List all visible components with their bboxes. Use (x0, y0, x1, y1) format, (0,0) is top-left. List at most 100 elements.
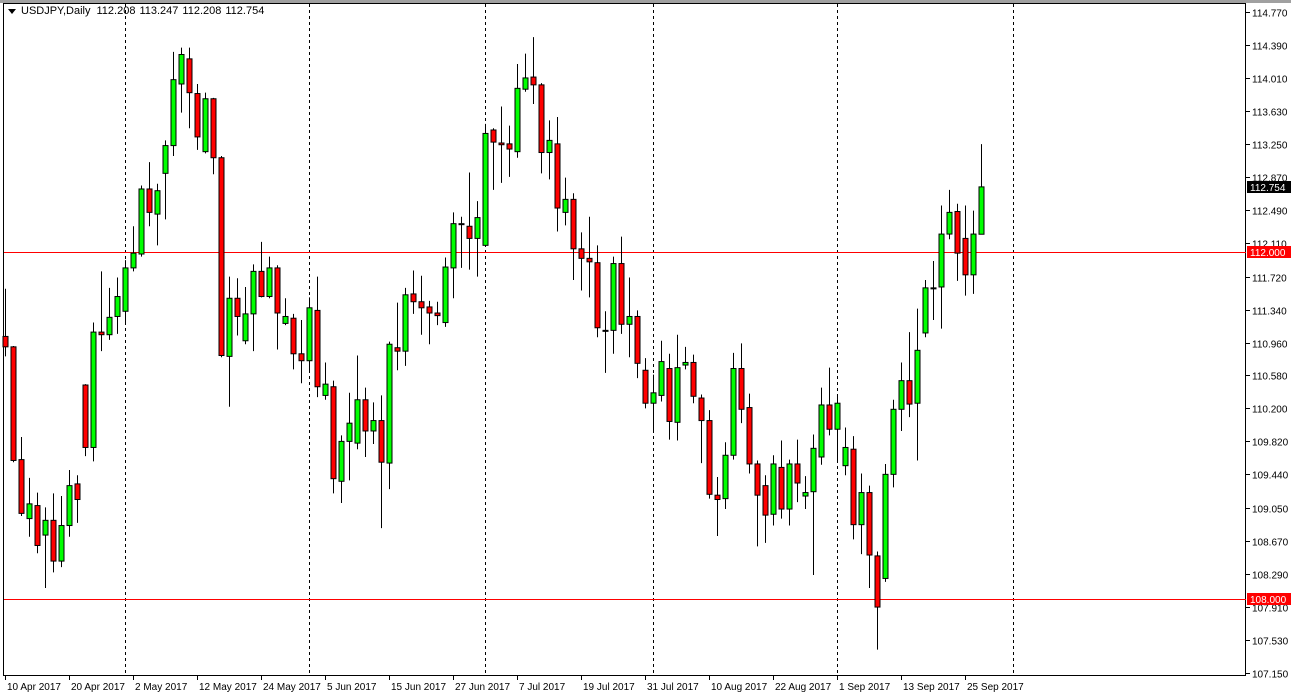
candle-body (179, 55, 184, 84)
candle-body (915, 350, 920, 403)
time-tick-label: 1 Sep 2017 (839, 682, 891, 693)
candle-body (267, 268, 272, 297)
candle-body (899, 381, 904, 410)
candle-body (203, 99, 208, 152)
candle-body (803, 493, 808, 496)
bearish-candle[interactable] (219, 156, 224, 357)
candle-body (835, 403, 840, 429)
candle-body (843, 447, 848, 465)
candle-body (451, 224, 456, 268)
candle-body (531, 77, 536, 85)
candle-body (163, 146, 168, 174)
candle-body (763, 486, 768, 515)
price-tick-label: 113.250 (1252, 141, 1288, 152)
candle-body (19, 460, 24, 514)
bullish-candle[interactable] (883, 464, 888, 582)
candle-body (259, 271, 264, 296)
bullish-candle[interactable] (443, 257, 448, 326)
candle-body (235, 298, 240, 316)
dropdown-triangle-icon[interactable] (8, 9, 16, 14)
candle-body (955, 212, 960, 254)
price-tick-label: 112.490 (1252, 207, 1288, 218)
header-open: 112.208 (97, 5, 136, 17)
candle-body (731, 369, 736, 456)
candle-body (979, 187, 984, 234)
candle-body (131, 253, 136, 268)
candle-body (403, 295, 408, 351)
bearish-candle[interactable] (851, 436, 856, 539)
candle-body (579, 249, 584, 259)
time-tick-label: 20 Apr 2017 (71, 682, 125, 693)
candle-body (227, 298, 232, 356)
chart-header: USDJPY,Daily112.208113.247112.208112.754 (8, 5, 268, 17)
candle-body (907, 381, 912, 404)
candle-body (379, 421, 384, 463)
bullish-candle[interactable] (923, 280, 928, 337)
bearish-candle[interactable] (83, 384, 88, 456)
candle-body (387, 344, 392, 463)
candle-body (211, 99, 216, 158)
candle-body (483, 133, 488, 245)
candle-body (475, 218, 480, 239)
candle-body (83, 385, 88, 447)
candle-body (747, 408, 752, 464)
bearish-candle[interactable] (331, 381, 336, 494)
candle-body (883, 474, 888, 578)
candle-body (27, 504, 32, 519)
bearish-candle[interactable] (707, 410, 712, 498)
candle-body (699, 398, 704, 421)
candle-body (115, 297, 120, 317)
bearish-candle[interactable] (11, 346, 16, 462)
candle-body (675, 368, 680, 423)
header-close: 112.754 (225, 5, 264, 17)
time-tick-label: 19 Jul 2017 (583, 682, 635, 693)
time-tick-label: 10 Aug 2017 (711, 682, 768, 693)
candle-body (147, 189, 152, 212)
candle-body (963, 238, 968, 274)
price-axis[interactable]: 114.770114.390114.010113.630113.250112.8… (1246, 9, 1291, 681)
candle-body (707, 421, 712, 495)
bullish-candle[interactable] (307, 297, 312, 371)
bullish-candle[interactable] (891, 400, 896, 488)
candle-body (467, 226, 472, 238)
time-tick-label: 7 Jul 2017 (519, 682, 566, 693)
candle-body (243, 314, 248, 341)
candle-body (683, 362, 688, 365)
time-tick-label: 27 Jun 2017 (455, 682, 510, 693)
price-tick-label: 114.390 (1252, 42, 1288, 53)
candle-body (739, 369, 744, 410)
price-tick-label: 110.960 (1252, 340, 1288, 351)
candle-body (603, 330, 608, 331)
price-tick-label: 109.820 (1252, 438, 1289, 449)
candle-body (587, 258, 592, 261)
candlestick-chart[interactable]: 114.770114.390114.010113.630113.250112.8… (0, 0, 1291, 698)
bullish-candle[interactable] (731, 353, 736, 460)
bullish-candle[interactable] (91, 323, 96, 462)
candle-body (923, 288, 928, 333)
candle-body (299, 354, 304, 361)
time-axis[interactable]: 10 Apr 201720 Apr 20172 May 201712 May 2… (6, 676, 1025, 693)
bullish-candle[interactable] (139, 185, 144, 256)
candle-body (275, 268, 280, 313)
candle-body (339, 441, 344, 481)
bullish-candle[interactable] (483, 124, 488, 246)
candle-body (195, 94, 200, 137)
time-tick-label: 31 Jul 2017 (647, 682, 699, 693)
candle-body (635, 316, 640, 363)
time-tick-label: 10 Apr 2017 (7, 682, 61, 693)
time-tick-label: 25 Sep 2017 (967, 682, 1024, 693)
candle-body (371, 421, 376, 431)
candle-body (91, 332, 96, 447)
candle-body (851, 449, 856, 524)
candle-body (971, 234, 976, 275)
candle-body (819, 405, 824, 457)
candle-body (427, 307, 432, 313)
bullish-candle[interactable] (203, 93, 208, 154)
price-tick-label: 114.010 (1252, 75, 1288, 86)
candle-body (619, 264, 624, 325)
candle-body (419, 302, 424, 308)
candle-body (875, 556, 880, 607)
candle-body (187, 59, 192, 93)
candle-body (723, 455, 728, 498)
candle-body (571, 199, 576, 248)
